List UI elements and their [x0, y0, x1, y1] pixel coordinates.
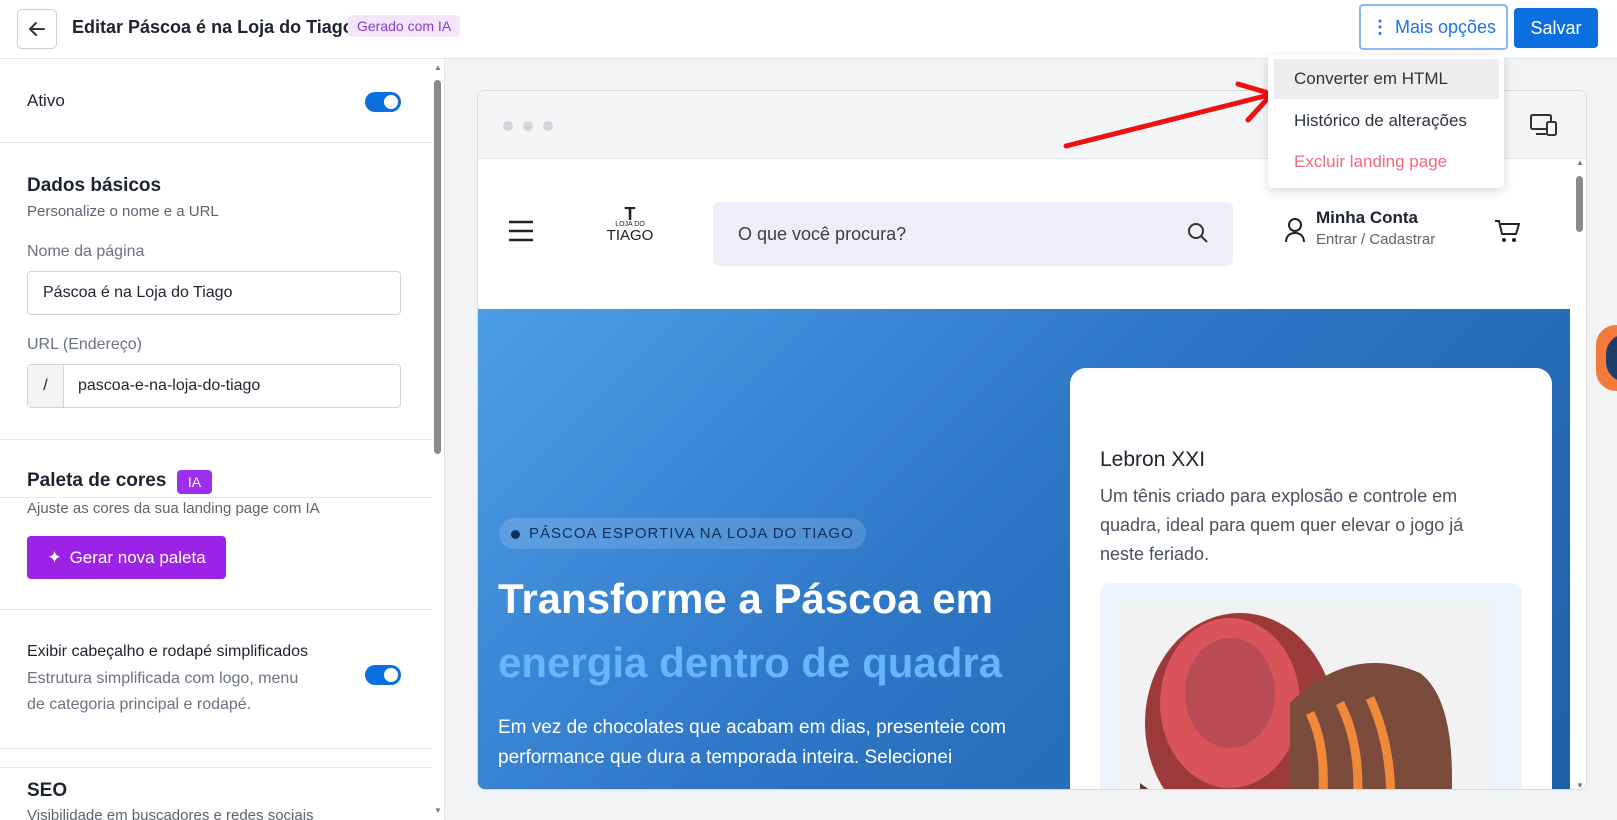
landing-preview: T LOJA DO TIAGO O que você procura? Minh… — [477, 90, 1587, 790]
simplified-title: Exibir cabeçalho e rodapé simplificados — [27, 643, 309, 660]
hero-text: Em vez de chocolates que acabam em dias,… — [498, 717, 1006, 768]
red-arrow-annotation-icon — [1063, 81, 1275, 149]
menu-item-delete[interactable]: Excluir landing page — [1274, 142, 1499, 182]
preview-scrollbar[interactable]: ▲ ▼ — [1573, 158, 1587, 790]
menu-item-convert-html[interactable]: Converter em HTML — [1274, 59, 1499, 99]
account-subtitle[interactable]: Entrar / Cadastrar — [1316, 231, 1435, 248]
menu-item-history[interactable]: Histórico de alterações — [1274, 101, 1499, 141]
page-name-input[interactable]: Páscoa é na Loja do Tiago — [27, 271, 401, 315]
browser-dot — [543, 121, 553, 131]
search-icon[interactable] — [1187, 222, 1209, 244]
browser-dot — [503, 121, 513, 131]
product-card[interactable]: Lebron XXI Um tênis criado para explosão… — [1070, 368, 1552, 789]
url-label: URL (Endereço) — [27, 336, 143, 353]
active-label: Ativo — [27, 91, 65, 110]
cart-icon[interactable] — [1494, 219, 1520, 243]
simplified-toggle[interactable] — [365, 665, 401, 685]
simplified-section — [0, 613, 432, 768]
hero-section: PÁSCOA ESPORTIVA NA LOJA DO TIAGO Transf… — [478, 309, 1570, 789]
arrow-left-icon — [29, 22, 45, 36]
menu-icon[interactable] — [508, 219, 534, 243]
seo-subtitle: Visibilidade em buscadores e redes socia… — [27, 807, 314, 820]
back-button[interactable] — [17, 9, 57, 49]
ai-generated-badge: Gerado com IA — [348, 15, 461, 37]
active-toggle[interactable] — [365, 92, 401, 112]
more-options-button[interactable]: ⋮ Mais opções — [1359, 4, 1508, 50]
product-title: Lebron XXI — [1100, 448, 1206, 471]
user-icon[interactable] — [1284, 217, 1306, 243]
product-description: Um tênis criado para explosão e controle… — [1100, 486, 1464, 564]
page-name-value: Páscoa é na Loja do Tiago — [43, 284, 233, 301]
active-section: Ativo — [0, 59, 432, 143]
scroll-up-icon[interactable]: ▲ — [1576, 158, 1584, 167]
hero-title-line2: energia dentro de quadra — [498, 639, 1003, 686]
more-options-menu: Converter em HTML Histórico de alteraçõe… — [1268, 55, 1504, 188]
page-name-label: Nome da página — [27, 243, 145, 260]
chat-bubble-icon[interactable] — [1596, 325, 1617, 391]
scroll-down-icon[interactable]: ▼ — [1576, 781, 1584, 790]
browser-dot — [523, 121, 533, 131]
palette-section — [0, 439, 432, 613]
responsive-devices-icon[interactable] — [1530, 113, 1558, 137]
url-input[interactable]: / pascoa-e-na-loja-do-tiago — [27, 364, 401, 408]
account-title[interactable]: Minha Conta — [1316, 208, 1418, 228]
generate-palette-label: Gerar nova paleta — [69, 547, 206, 567]
url-prefix: / — [28, 365, 64, 407]
simplified-desc-2: de categoria principal e rodapé. — [27, 696, 252, 713]
basic-data-title-text: Dados básicos — [27, 175, 162, 196]
generate-palette-button[interactable]: ✦ Gerar nova paleta — [27, 536, 226, 579]
divider — [0, 748, 432, 749]
logo-bottom-text: TIAGO — [606, 227, 654, 244]
url-value: pascoa-e-na-loja-do-tiago — [78, 377, 261, 394]
basic-data-subtitle: Personalize o nome e a URL — [27, 203, 219, 220]
palette-subtitle: Ajuste as cores da sua landing page com … — [27, 500, 320, 517]
simplified-desc-1: Estrutura simplificada com logo, menu — [27, 670, 299, 687]
save-button[interactable]: Salvar — [1514, 8, 1598, 48]
scroll-down-icon[interactable]: ▼ — [434, 806, 442, 815]
sparkle-icon: ✦ — [47, 547, 62, 567]
search-placeholder: O que você procura? — [738, 223, 907, 244]
divider — [0, 439, 432, 440]
ia-badge: IA — [177, 470, 212, 494]
preview-scroll-thumb[interactable] — [1576, 176, 1583, 232]
product-image — [1100, 583, 1522, 789]
sneaker-image — [1120, 603, 1490, 789]
store-logo[interactable]: T LOJA DO TIAGO — [600, 204, 660, 244]
hero-title-line1: Transforme a Páscoa em — [498, 575, 993, 622]
top-bar: Editar Páscoa é na Loja do Tiago Gerado … — [0, 0, 1617, 59]
kebab-icon: ⋮ — [1370, 16, 1389, 37]
store-search-input[interactable]: O que você procura? — [713, 202, 1233, 266]
more-options-label: Mais opções — [1394, 16, 1497, 37]
scroll-up-icon[interactable]: ▲ — [434, 63, 442, 72]
page-title: Editar Páscoa é na Loja do Tiago — [72, 17, 354, 37]
logo-mark-icon: T — [624, 204, 636, 224]
sidebar-scroll-thumb[interactable] — [434, 80, 441, 454]
hero-tag: PÁSCOA ESPORTIVA NA LOJA DO TIAGO — [499, 518, 866, 549]
divider — [0, 609, 432, 610]
palette-title: Paleta de cores — [27, 470, 167, 491]
seo-title: SEO — [27, 780, 68, 801]
